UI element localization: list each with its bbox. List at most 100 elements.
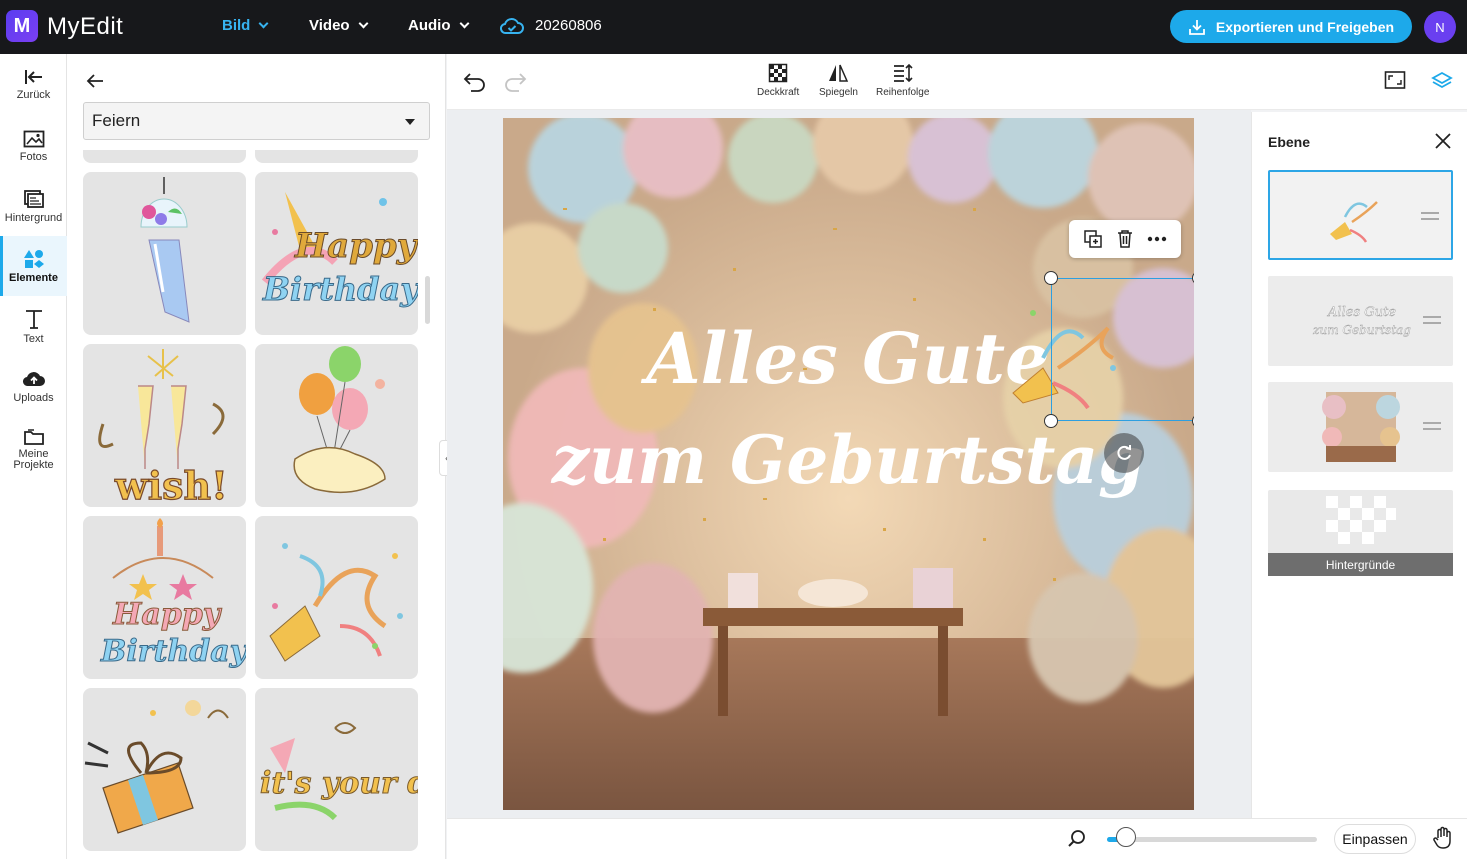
bottom-bar: Einpassen <box>447 818 1467 859</box>
editor-toolbar: Deckkraft Spiegeln Reihenfolge <box>447 54 1467 110</box>
sticker-tile-wish[interactable]: wish! <box>83 344 246 507</box>
tool-spiegeln[interactable]: Spiegeln <box>819 63 858 98</box>
project-name[interactable]: 20260806 <box>535 17 602 34</box>
canvas-title-line1[interactable]: Alles Gute <box>640 317 1049 400</box>
nav-elemente[interactable]: Elemente <box>0 236 67 296</box>
photo-icon <box>23 130 44 147</box>
download-icon <box>1189 19 1205 35</box>
resize-handle-tl[interactable] <box>1044 271 1058 285</box>
drag-handle-icon[interactable] <box>1423 316 1441 324</box>
balloon-dog-sticker <box>293 346 386 494</box>
hand-pan-icon[interactable] <box>1432 826 1454 850</box>
sticker-tile-confetti[interactable] <box>255 516 418 679</box>
zoom-icon[interactable] <box>1067 829 1087 849</box>
nav-hintergrund-label: Hintergrund <box>4 211 63 224</box>
background-layer-label: Hintergründe <box>1268 553 1453 576</box>
rotate-handle[interactable] <box>1104 433 1144 473</box>
order-icon <box>893 63 913 83</box>
layers-panel: Ebene Alles Gute zum Geburtstag Hintergr… <box>1251 112 1467 818</box>
chevron-down-icon <box>459 18 469 29</box>
undo-icon[interactable] <box>462 70 488 94</box>
nav-video[interactable]: Video <box>309 17 369 34</box>
svg-text:Birthday: Birthday <box>262 270 418 308</box>
top-bar: M MyEdit Bild Video Audio 20260806 Expor… <box>0 0 1467 54</box>
sticker-tile-partial[interactable] <box>255 150 418 163</box>
opacity-icon <box>768 63 788 83</box>
elements-icon <box>23 249 44 268</box>
sticker-tile-wind-chime[interactable] <box>83 172 246 335</box>
zoom-slider[interactable] <box>1107 837 1317 842</box>
duplicate-icon[interactable] <box>1083 229 1103 249</box>
confetti-popper-sticker <box>269 543 403 662</box>
rotate-icon <box>1117 445 1131 460</box>
background-icon <box>23 189 44 208</box>
nav-bild[interactable]: Bild <box>222 17 269 34</box>
chevron-down-icon <box>258 18 269 29</box>
happy-birthday-sticker: Happy Birthday <box>262 192 418 309</box>
design-canvas[interactable]: Alles Gute zum Geburtstag <box>503 118 1194 810</box>
canvas-title-line2[interactable]: zum Geburtstag <box>551 421 1145 499</box>
layers-icon[interactable] <box>1431 70 1453 92</box>
layer-thumb-text-1: Alles Gute <box>1327 305 1396 320</box>
trash-icon[interactable] <box>1116 229 1134 249</box>
layer-confetti[interactable] <box>1268 170 1453 260</box>
close-icon[interactable] <box>1434 132 1452 150</box>
drag-handle-icon[interactable] <box>1421 212 1439 220</box>
sticker-tile-balloons[interactable] <box>255 344 418 507</box>
sticker-tile-cake[interactable]: Happy Birthday <box>83 516 246 679</box>
app-name[interactable]: MyEdit <box>47 13 123 41</box>
resize-handle-bl[interactable] <box>1044 414 1058 428</box>
sticker-tile-its-your-day[interactable]: it's your day <box>255 688 418 851</box>
nav-audio-label: Audio <box>408 17 451 34</box>
nav-zurueck[interactable]: Zurück <box>0 54 67 114</box>
back-arrow-icon[interactable] <box>85 72 105 90</box>
element-context-menu <box>1069 220 1181 258</box>
resize-handle-tr[interactable] <box>1192 271 1194 285</box>
folder-icon <box>23 428 44 445</box>
its-your-day-sticker: it's your day <box>260 722 418 821</box>
nav-uploads[interactable]: Uploads <box>0 356 67 416</box>
tool-deckkraft[interactable]: Deckkraft <box>757 63 799 98</box>
drag-handle-icon[interactable] <box>1423 422 1441 430</box>
nav-zurueck-label: Zurück <box>16 88 51 101</box>
logo-icon[interactable]: M <box>6 10 38 42</box>
chevron-down-icon <box>358 18 369 29</box>
nav-fotos[interactable]: Fotos <box>0 116 67 176</box>
category-select[interactable]: Feiern <box>83 102 430 140</box>
zoom-slider-knob[interactable] <box>1115 827 1136 847</box>
nav-audio[interactable]: Audio <box>408 17 469 34</box>
panel-scrollbar[interactable] <box>425 276 430 324</box>
nav-hintergrund[interactable]: Hintergrund <box>0 176 67 236</box>
layer-background[interactable]: Hintergründe <box>1268 490 1453 576</box>
sticker-tile-gift[interactable] <box>83 688 246 851</box>
nav-meine-projekte-label: Meine Projekte <box>13 447 54 471</box>
tool-reihenfolge[interactable]: Reihenfolge <box>876 63 929 98</box>
nav-text[interactable]: Text <box>0 296 67 356</box>
back-arrow-icon <box>24 69 42 84</box>
wind-chime-sticker <box>140 177 190 323</box>
svg-text:Happy: Happy <box>112 597 223 632</box>
svg-text:Birthday: Birthday <box>100 634 246 669</box>
canvas-area: Alles Gute zum Geburtstag <box>447 110 1251 818</box>
layer-photo[interactable] <box>1268 382 1453 472</box>
fullscreen-icon[interactable] <box>1384 70 1406 90</box>
gift-box-sticker <box>84 700 229 834</box>
export-label: Exportieren und Freigeben <box>1215 18 1395 35</box>
svg-text:wish!: wish! <box>114 463 228 507</box>
layer-text[interactable]: Alles Gute zum Geburtstag <box>1268 276 1453 366</box>
tool-reihenfolge-label: Reihenfolge <box>876 87 930 98</box>
cloud-icon[interactable] <box>499 15 524 42</box>
redo-icon[interactable] <box>502 70 528 94</box>
export-button[interactable]: Exportieren und Freigeben <box>1170 10 1412 43</box>
avatar[interactable]: N <box>1424 11 1456 43</box>
tool-deckkraft-label: Deckkraft <box>757 87 800 98</box>
fit-button[interactable]: Einpassen <box>1334 824 1416 854</box>
sticker-tile-happy-birthday[interactable]: Happy Birthday <box>255 172 418 335</box>
text-icon <box>25 309 42 329</box>
wish-glasses-sticker: wish! <box>98 349 228 507</box>
nav-meine-projekte[interactable]: Meine Projekte <box>0 416 67 482</box>
more-icon[interactable] <box>1147 236 1167 242</box>
nav-text-label: Text <box>23 332 44 345</box>
selection-box[interactable] <box>1044 271 1194 428</box>
sticker-tile-partial[interactable] <box>83 150 246 163</box>
